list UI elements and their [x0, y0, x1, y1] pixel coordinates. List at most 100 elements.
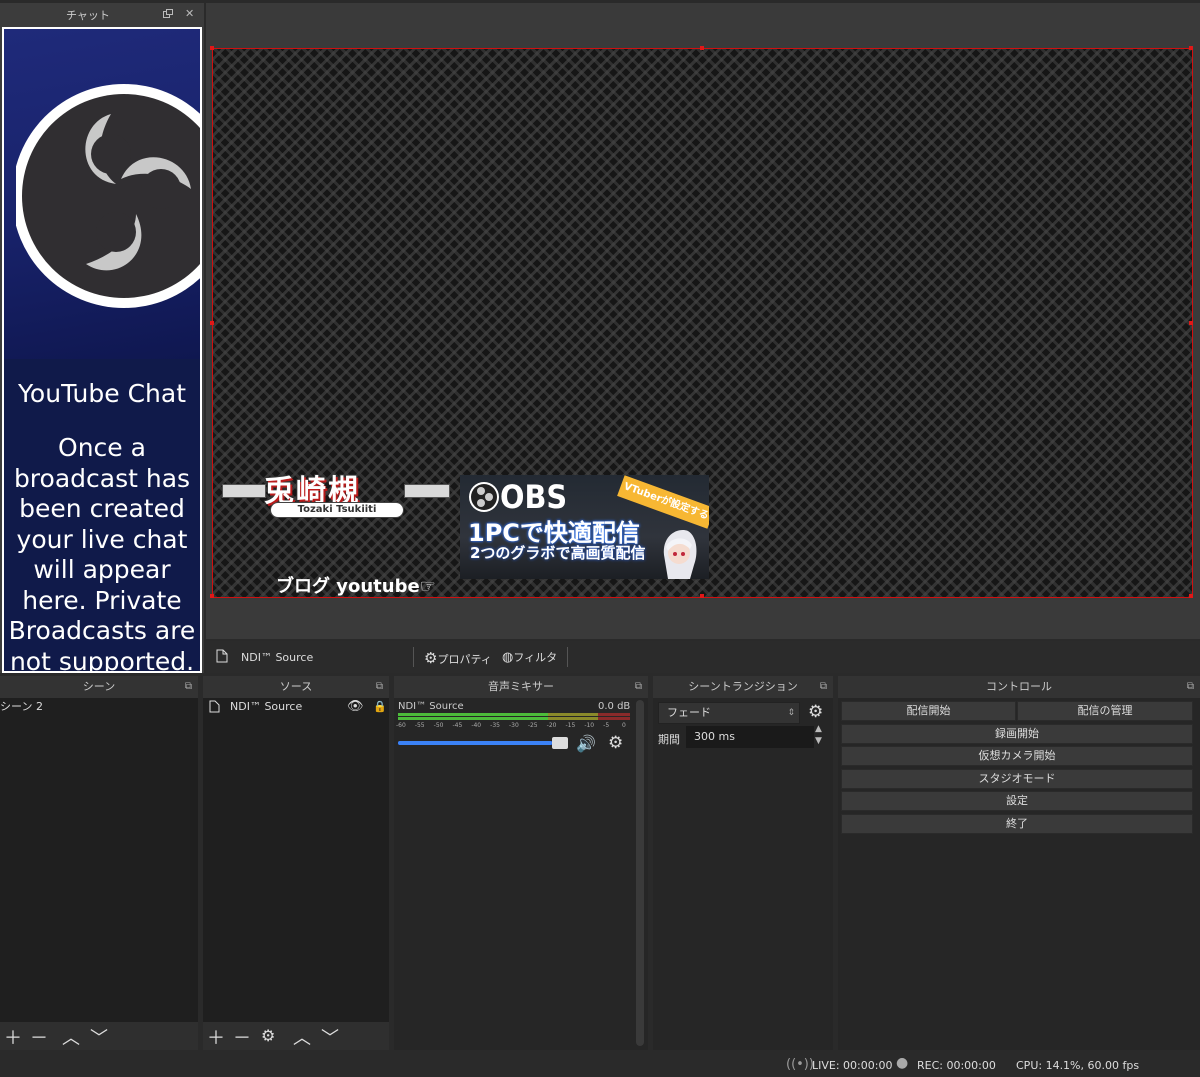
gear-icon[interactable]: ⚙: [808, 702, 823, 722]
chat-content: YouTube Chat Once a broadcast has been c…: [4, 29, 200, 671]
blog-caption: ブログ youtube☞: [276, 576, 436, 597]
chat-browser[interactable]: YouTube Chat Once a broadcast has been c…: [2, 27, 202, 673]
audio-mixer-dock: 音声ミキサー ⧉ NDI™ Source 0.0 dB -60 -55 -50 -45…: [394, 676, 648, 1050]
list-item[interactable]: シーン 2: [0, 698, 198, 716]
remove-icon[interactable]: －: [233, 1024, 251, 1050]
avatar: [663, 530, 697, 579]
filters-button[interactable]: ◍フィルタ: [502, 649, 557, 665]
float-icon[interactable]: ⧉: [635, 676, 642, 698]
chat-dock: チャット ✕ YouTube Chat Once a broadcast has…: [0, 3, 204, 673]
meter-tick-label: -55: [414, 722, 425, 729]
video-thumbnail: OBS VTuberが設定する 1PCで快適配信 2つのグラボで高画質配信: [460, 475, 709, 579]
divider: [413, 647, 414, 667]
gear-icon[interactable]: ⚙: [608, 733, 623, 753]
add-icon[interactable]: ＋: [4, 1024, 22, 1050]
logo-wing-left: [222, 484, 266, 498]
meter-tick-label: -45: [452, 722, 463, 729]
status-bar: ((•)) LIVE: 00:00:00 ● REC: 00:00:00 CPU…: [0, 1052, 1200, 1077]
studio-mode-button[interactable]: スタジオモード: [841, 769, 1193, 789]
transition-selected: フェード: [667, 706, 711, 719]
transitions-body: フェード ⇕ ⚙ 期間 300 ms ▲ ▼: [653, 698, 833, 1050]
scene-transitions-dock: シーントランジション ⧉ フェード ⇕ ⚙ 期間 300 ms ▲ ▼: [653, 676, 833, 1050]
meter-tick-label: -25: [527, 722, 538, 729]
file-icon: [209, 700, 220, 713]
float-icon[interactable]: ⧉: [376, 676, 383, 698]
resize-handle[interactable]: [210, 594, 214, 598]
list-item[interactable]: NDI™ Source 👁 🔒: [203, 698, 389, 716]
live-timer: LIVE: 00:00:00: [812, 1059, 893, 1072]
sources-list[interactable]: NDI™ Source 👁 🔒: [203, 698, 389, 1050]
transition-select[interactable]: フェード ⇕: [658, 702, 800, 724]
rec-timer: REC: 00:00:00: [917, 1059, 996, 1072]
lock-icon[interactable]: 🔒: [373, 698, 387, 716]
meter-tick-label: -30: [509, 722, 519, 729]
start-virtualcam-button[interactable]: 仮想カメラ開始: [841, 746, 1193, 766]
obs-logo-icon: [469, 482, 499, 512]
chevron-down-icon[interactable]: ▼: [815, 736, 822, 746]
float-icon[interactable]: [163, 8, 173, 21]
resize-handle[interactable]: [210, 46, 214, 50]
resize-handle[interactable]: [700, 594, 704, 598]
scene-name: シーン 2: [0, 700, 43, 713]
gear-icon[interactable]: ⚙: [261, 1026, 275, 1045]
duration-input[interactable]: 300 ms: [686, 726, 814, 748]
selected-source-name: NDI™ Source: [241, 651, 314, 664]
record-dot-icon: ●: [896, 1055, 909, 1071]
chat-message: Once a broadcast has been created your l…: [8, 433, 196, 671]
transitions-title: シーントランジション ⧉: [653, 676, 833, 698]
move-up-icon[interactable]: ︿: [293, 1024, 311, 1050]
resize-handle[interactable]: [1189, 46, 1193, 50]
controls-dock: コントロール ⧉ 配信開始 配信の管理 録画開始 仮想カメラ開始 スタジオモード…: [838, 676, 1200, 1050]
resize-handle[interactable]: [1189, 321, 1193, 325]
settings-button[interactable]: 設定: [841, 791, 1193, 811]
chevron-up-icon[interactable]: ▲: [815, 724, 822, 734]
resize-handle[interactable]: [1189, 594, 1193, 598]
float-icon[interactable]: ⧉: [820, 676, 827, 698]
obs-window: チャット ✕ YouTube Chat Once a broadcast has…: [0, 0, 1200, 1077]
resize-handle[interactable]: [210, 321, 214, 325]
gear-icon: ⚙: [424, 649, 438, 667]
controls-title-text: コントロール: [986, 680, 1052, 693]
mixer-title-text: 音声ミキサー: [488, 680, 554, 693]
meter-tick-label: -40: [471, 722, 482, 729]
scenes-dock: シーン ⧉ シーン 2 ＋ － ︿ ﹀: [0, 676, 198, 1050]
move-down-icon[interactable]: ﹀: [321, 1024, 339, 1050]
source-toolbar: NDI™ Source ⚙プロパティ ◍フィルタ: [206, 641, 1200, 673]
chat-title: チャット: [66, 9, 110, 22]
meter-tick-label: -35: [490, 722, 500, 729]
move-up-icon[interactable]: ︿: [62, 1024, 80, 1050]
move-down-icon[interactable]: ﹀: [90, 1024, 108, 1050]
source-name: NDI™ Source: [230, 700, 303, 713]
volume-slider[interactable]: [398, 737, 568, 749]
properties-button[interactable]: ⚙プロパティ: [424, 649, 492, 667]
remove-icon[interactable]: －: [30, 1024, 48, 1050]
sources-footer: ＋ － ⚙ ︿ ﹀: [203, 1022, 389, 1050]
divider: [567, 647, 568, 667]
meter-tick-label: -15: [565, 722, 576, 729]
meter-tick-label: -50: [433, 722, 444, 729]
scenes-list[interactable]: シーン 2: [0, 698, 198, 1050]
filters-label: フィルタ: [513, 651, 558, 664]
speaker-icon[interactable]: 🔊: [576, 734, 596, 753]
controls-body: 配信開始 配信の管理 録画開始 仮想カメラ開始 スタジオモード 設定 終了: [838, 698, 1200, 1050]
meter-tick-label: -60: [396, 722, 406, 729]
start-recording-button[interactable]: 録画開始: [841, 724, 1193, 744]
float-icon[interactable]: ⧉: [1187, 676, 1194, 698]
float-icon[interactable]: ⧉: [185, 676, 192, 698]
eye-icon[interactable]: 👁: [347, 698, 364, 716]
close-icon[interactable]: ✕: [185, 7, 194, 20]
duration-value: 300 ms: [694, 730, 735, 743]
manage-broadcast-button[interactable]: 配信の管理: [1017, 701, 1193, 721]
resize-handle[interactable]: [700, 46, 704, 50]
broadcast-icon: ((•)): [786, 1057, 814, 1072]
mixer-body: NDI™ Source 0.0 dB -60 -55 -50 -45 -40 -35 -30…: [394, 698, 648, 1050]
file-icon: [216, 649, 228, 663]
start-streaming-button[interactable]: 配信開始: [841, 701, 1016, 721]
db-readout: 0.0 dB: [598, 701, 631, 712]
exit-button[interactable]: 終了: [841, 814, 1193, 834]
scrollbar[interactable]: [636, 700, 644, 1046]
logo-wing-right: [404, 484, 450, 498]
thumb-subheadline: 2つのグラボで高画質配信: [470, 544, 646, 562]
sources-dock: ソース ⧉ NDI™ Source 👁 🔒 ＋ － ⚙ ︿ ﹀: [203, 676, 389, 1050]
add-icon[interactable]: ＋: [207, 1024, 225, 1050]
